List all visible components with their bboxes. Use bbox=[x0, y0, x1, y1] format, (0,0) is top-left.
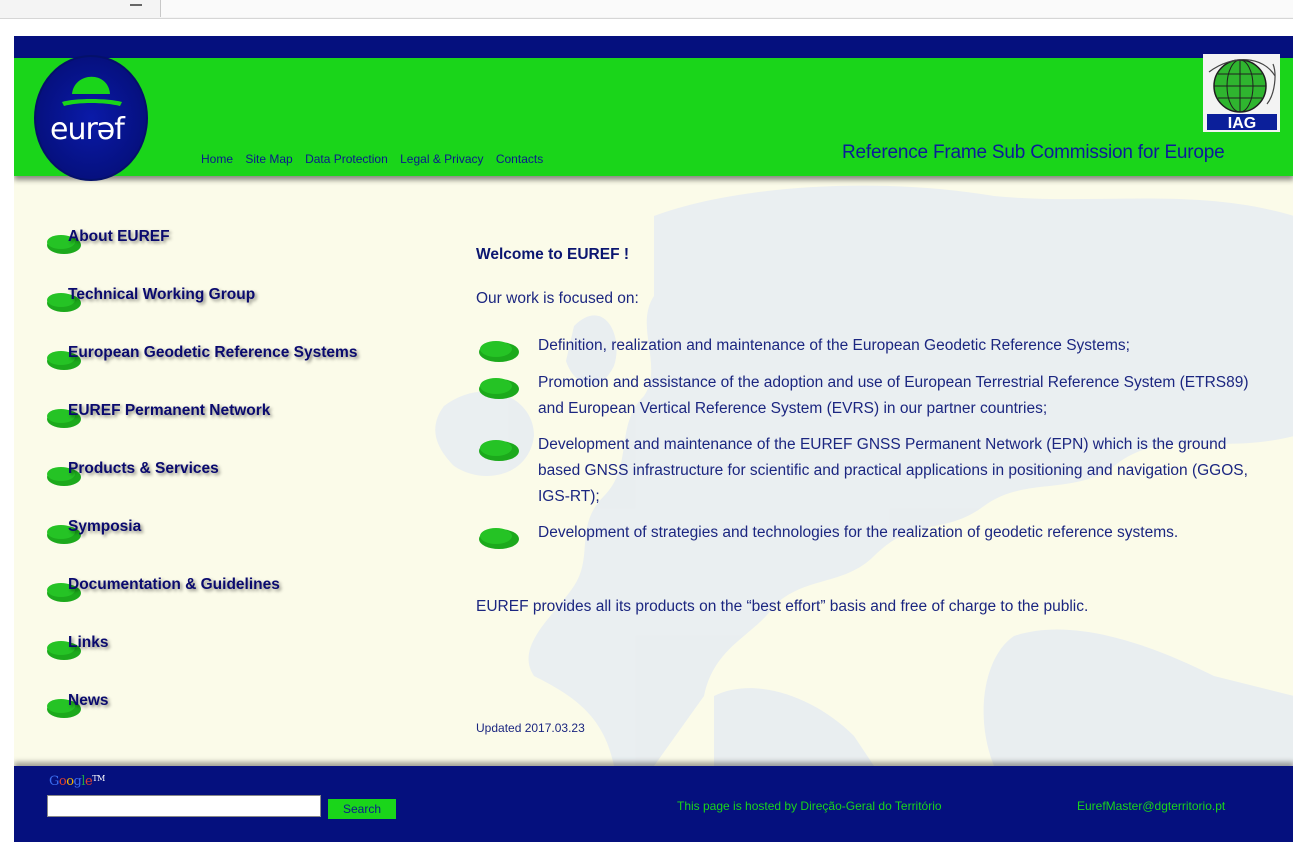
green-blob-icon bbox=[479, 341, 519, 362]
euref-logo[interactable]: eurəf bbox=[34, 54, 148, 182]
address-bar[interactable] bbox=[160, 0, 1293, 17]
sidebar-item-label: Links bbox=[68, 634, 109, 651]
google-logo: GoogleTM bbox=[49, 774, 105, 789]
sidebar-item-label: Symposia bbox=[68, 518, 142, 535]
green-blob-icon bbox=[479, 440, 519, 461]
list-item-text: Definition, realization and maintenance … bbox=[538, 337, 1130, 354]
list-item: Definition, realization and maintenance … bbox=[476, 333, 1266, 362]
nav-home[interactable]: Home bbox=[201, 152, 233, 166]
top-nav: Home Site Map Data Protection Legal & Pr… bbox=[201, 152, 552, 166]
minimize-icon[interactable] bbox=[130, 4, 142, 6]
sidebar-item-label: European Geodetic Reference Systems bbox=[68, 344, 358, 361]
top-navy-bar bbox=[14, 36, 1293, 58]
iag-text: IAG bbox=[1228, 115, 1256, 132]
sidebar-item-label: EUREF Permanent Network bbox=[68, 402, 271, 419]
green-blob-icon bbox=[479, 528, 519, 549]
google-letter: o bbox=[66, 774, 74, 789]
logo-text: eurəf bbox=[50, 112, 125, 147]
list-item-text: Promotion and assistance of the adoption… bbox=[538, 374, 1249, 417]
nav-legal-privacy[interactable]: Legal & Privacy bbox=[400, 152, 483, 166]
sidebar-item-label: Documentation & Guidelines bbox=[68, 576, 280, 593]
sidebar-item-label: Products & Services bbox=[68, 460, 219, 477]
header: Home Site Map Data Protection Legal & Pr… bbox=[14, 58, 1293, 176]
sidebar-item-label: Technical Working Group bbox=[68, 286, 256, 303]
sidebar-item-label: News bbox=[68, 692, 109, 709]
footer: GoogleTM Search This page is hosted by D… bbox=[14, 766, 1293, 842]
search-button[interactable]: Search bbox=[328, 799, 396, 819]
list-item: Development of strategies and technologi… bbox=[476, 520, 1266, 572]
intro-text: Our work is focused on: bbox=[476, 290, 639, 307]
closing-text: EUREF provides all its products on the “… bbox=[476, 598, 1089, 615]
page: Home Site Map Data Protection Legal & Pr… bbox=[14, 36, 1293, 842]
browser-chrome bbox=[0, 0, 1293, 19]
globe-icon: IAG bbox=[1203, 54, 1280, 132]
tagline: Reference Frame Sub Commission for Europ… bbox=[842, 142, 1225, 163]
trademark: TM bbox=[92, 774, 105, 783]
nav-contacts[interactable]: Contacts bbox=[496, 152, 543, 166]
updated-date: Updated 2017.03.23 bbox=[476, 721, 585, 735]
sidebar-item-label: About EUREF bbox=[68, 228, 170, 245]
list-item-text: Development and maintenance of the EUREF… bbox=[538, 436, 1248, 505]
list-item: Promotion and assistance of the adoption… bbox=[476, 370, 1266, 422]
nav-data-protection[interactable]: Data Protection bbox=[305, 152, 388, 166]
nav-site-map[interactable]: Site Map bbox=[245, 152, 292, 166]
contact-email-link[interactable]: EurefMaster@dgterritorio.pt bbox=[1077, 799, 1225, 813]
search-input[interactable] bbox=[47, 795, 321, 817]
list-item: Development and maintenance of the EUREF… bbox=[476, 432, 1266, 510]
google-letter: G bbox=[49, 774, 59, 789]
hosted-by-text[interactable]: This page is hosted by Direção-Geral do … bbox=[677, 799, 942, 813]
list-item-text: Development of strategies and technologi… bbox=[538, 524, 1179, 541]
page-title: Welcome to EUREF ! bbox=[476, 246, 630, 263]
green-blob-icon bbox=[479, 378, 519, 399]
iag-logo[interactable]: IAG bbox=[1203, 54, 1280, 132]
